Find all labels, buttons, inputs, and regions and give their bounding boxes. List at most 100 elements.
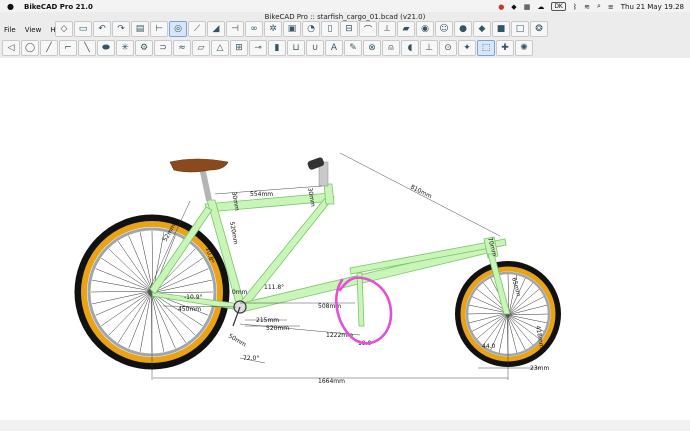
dim-215: 215mm (256, 317, 279, 324)
dimension-button[interactable]: ⊢ (150, 21, 168, 37)
tube-button[interactable]: ▭ (74, 21, 92, 37)
hub-button[interactable]: ✳ (116, 40, 134, 56)
fork-button[interactable]: ⟋ (188, 21, 206, 37)
light-button[interactable]: ◔ (302, 21, 320, 37)
control-center-icon[interactable]: ≡ (608, 3, 614, 11)
dropbox-icon[interactable]: ◆ (511, 3, 516, 11)
ruler-button[interactable]: ▤ (131, 21, 149, 37)
spoke (467, 312, 506, 315)
bearing-icon: ⊙ (444, 43, 452, 53)
lock-button[interactable]: ⊗ (363, 40, 381, 56)
color-wheel-button[interactable]: ● (454, 21, 472, 37)
crank-button[interactable]: ╲ (78, 40, 96, 56)
shifter-button[interactable]: ⊸ (249, 40, 267, 56)
spoke (510, 315, 548, 324)
dimension-icon: ⊢ (155, 24, 163, 34)
mirror-button[interactable]: ◖ (401, 40, 419, 56)
wrench-icon: ✎ (349, 43, 357, 53)
wheel-button[interactable]: ◎ (169, 21, 187, 37)
person-button[interactable]: ☺ (435, 21, 453, 37)
apple-icon[interactable]: ● (7, 2, 14, 11)
app-name[interactable]: BikeCAD Pro 21.0 (24, 3, 93, 11)
input-source[interactable]: DK (551, 2, 566, 11)
white-square-button[interactable]: □ (511, 21, 529, 37)
brake-button[interactable]: ⊃ (154, 40, 172, 56)
palette-button[interactable]: ◆ (473, 21, 491, 37)
dim-810: 810mm (409, 184, 433, 201)
crank-icon: ╲ (84, 43, 90, 53)
flag-button[interactable]: ▰ (397, 21, 415, 37)
cloud-icon[interactable]: ☁ (537, 3, 544, 11)
dim-1664: 1664mm (318, 378, 345, 385)
spoke (95, 292, 150, 316)
grip-button[interactable]: ▮ (268, 40, 286, 56)
bluetooth-icon[interactable]: ᛒ (573, 3, 577, 11)
menu-view[interactable]: View (25, 26, 42, 34)
bell-button[interactable]: ⍝ (382, 40, 400, 56)
dim-0mm: 0mm (232, 289, 248, 296)
saddle-button[interactable]: ◢ (207, 21, 225, 37)
black-square-button[interactable]: ■ (492, 21, 510, 37)
frame-icon: ◇ (60, 24, 68, 34)
stem-icon: ⊣ (231, 24, 239, 34)
headset-button[interactable]: ⊞ (230, 40, 248, 56)
cable-button[interactable]: ≈ (173, 40, 191, 56)
pedal-button[interactable]: ⌐ (59, 40, 77, 56)
text-tool-button[interactable]: A (325, 40, 343, 56)
bearing-button[interactable]: ⊙ (439, 40, 457, 56)
wrench-button[interactable]: ✎ (344, 40, 362, 56)
globe-button[interactable]: ❂ (530, 21, 548, 37)
spoke (108, 248, 151, 290)
light-icon: ◔ (307, 24, 315, 34)
triangle-button[interactable]: △ (211, 40, 229, 56)
pedal-icon: ⌐ (64, 43, 72, 53)
drawing-canvas[interactable]: 810mm 554mm 30mm 30mm 520mm 52mm 10.8° 1… (0, 58, 690, 431)
redo-button[interactable]: ↷ (112, 21, 130, 37)
pump-button[interactable]: ⊥ (420, 40, 438, 56)
tube-set-button[interactable]: ▱ (192, 40, 210, 56)
saddle (169, 158, 229, 202)
wheel-blue-button[interactable]: ✺ (515, 40, 533, 56)
spoke (128, 235, 152, 290)
tire-button[interactable]: ⬬ (97, 40, 115, 56)
dropout-button[interactable]: ∪ (306, 40, 324, 56)
frame-select-icon: ⬚ (481, 43, 491, 53)
basket-button[interactable]: ⊔ (287, 40, 305, 56)
plus-button[interactable]: ✚ (496, 40, 514, 56)
clock[interactable]: Thu 21 May 19.28 (621, 3, 684, 11)
status-red-icon[interactable]: ● (498, 3, 504, 11)
derailleur-button[interactable]: ⚙ (135, 40, 153, 56)
lock-icon: ⊗ (368, 43, 376, 53)
redo-icon: ↷ (117, 24, 125, 34)
chain-button[interactable]: ∞ (245, 21, 263, 37)
rack-button[interactable]: ⊟ (340, 21, 358, 37)
seatpost-button[interactable]: ╱ (40, 40, 58, 56)
frame-button[interactable]: ◇ (55, 21, 73, 37)
dim-65: 65mm (510, 277, 522, 298)
gear-button[interactable]: ✲ (264, 21, 282, 37)
bottle-icon: ▯ (327, 24, 333, 34)
dim-neg-10-9: -10.9° (184, 294, 203, 301)
bag-button[interactable]: ▣ (283, 21, 301, 37)
fender-button[interactable]: ⌒ (359, 21, 377, 37)
menu-file[interactable]: File (4, 26, 16, 34)
bottle-button[interactable]: ▯ (321, 21, 339, 37)
ruler-icon: ▤ (135, 24, 145, 34)
saddle-icon: ◢ (212, 24, 220, 34)
spoke-icon: ✦ (463, 43, 471, 53)
spoke (154, 291, 214, 294)
spoke (101, 292, 150, 327)
frame-select-button[interactable]: ⬚ (477, 40, 495, 56)
kickstand-button[interactable]: ⟂ (378, 21, 396, 37)
wifi-icon[interactable]: ≋ (584, 3, 590, 11)
wheel-outline-button[interactable]: ◯ (21, 40, 39, 56)
gauge-button[interactable]: ◉ (416, 21, 434, 37)
frame-outline-button[interactable]: ◁ (2, 40, 20, 56)
search-icon[interactable]: ⌕ (597, 2, 601, 11)
stem-button[interactable]: ⊣ (226, 21, 244, 37)
undo-button[interactable]: ↶ (93, 21, 111, 37)
spoke (507, 316, 518, 354)
wheel-blue-icon: ✺ (520, 43, 528, 53)
grid-icon[interactable]: ▦ (524, 3, 531, 11)
spoke-button[interactable]: ✦ (458, 40, 476, 56)
